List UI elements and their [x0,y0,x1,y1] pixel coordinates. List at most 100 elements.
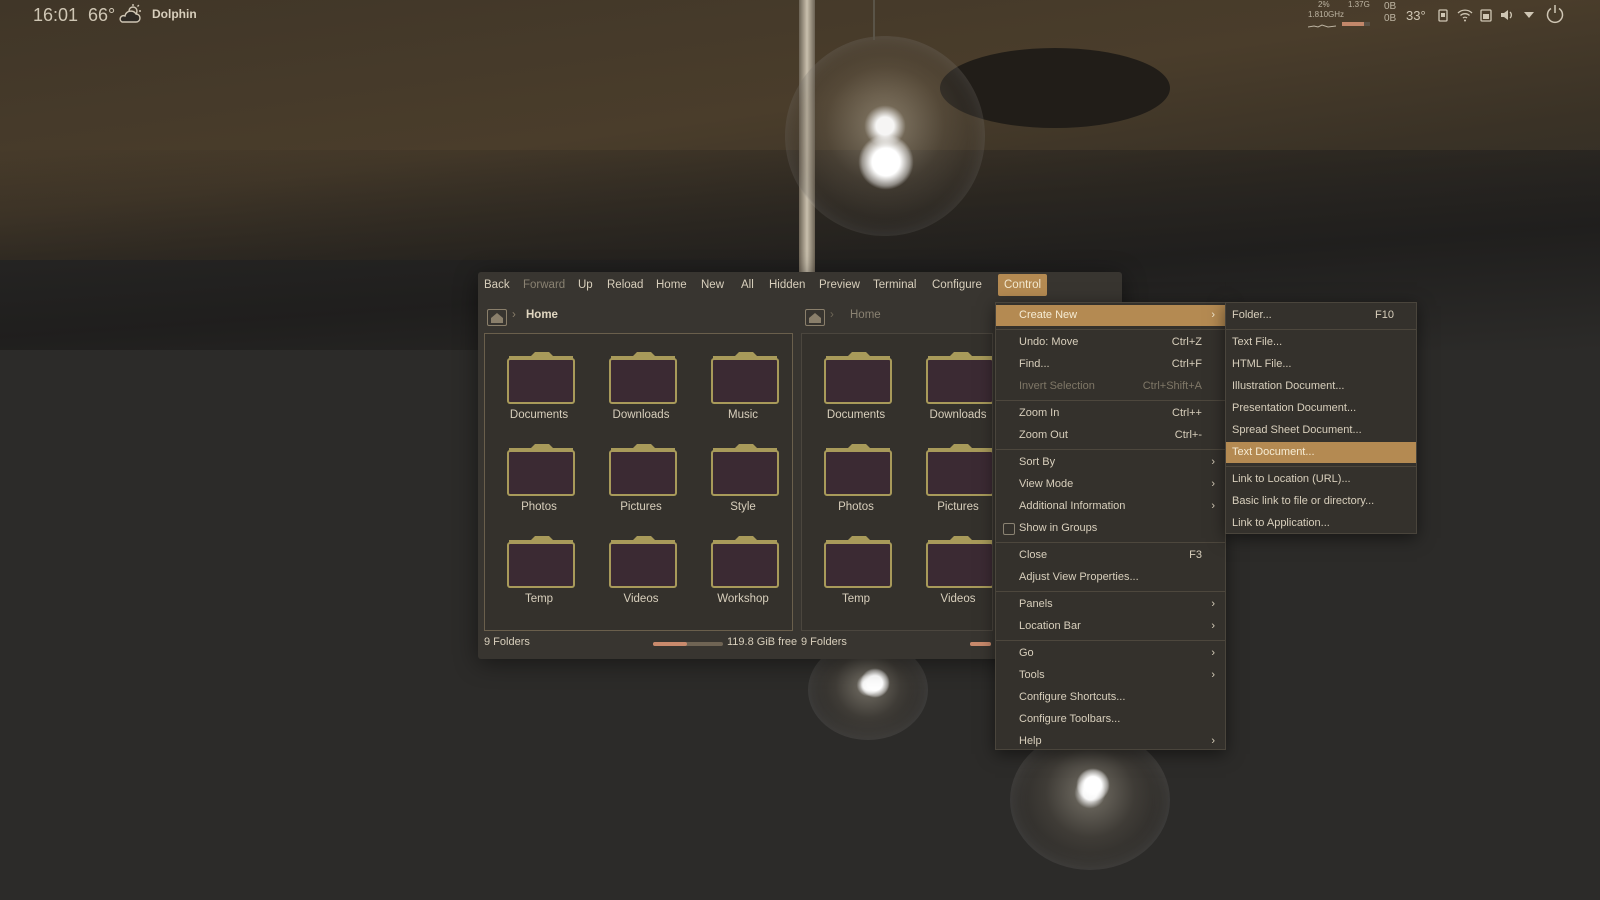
reload-button[interactable]: Reload [601,272,649,298]
folder-icon [507,352,575,404]
menu-label: Invert Selection [1019,380,1095,392]
menu-new-presentation[interactable]: Presentation Document... [1226,398,1416,419]
menu-help[interactable]: Help › [996,731,1225,752]
menu-label: Illustration Document... [1232,380,1345,392]
volume-icon[interactable] [1500,8,1514,22]
folder-item[interactable]: Music [693,342,792,432]
menu-zoom-out[interactable]: Zoom Out Ctrl+- [996,425,1225,446]
menu-new-html-file[interactable]: HTML File... [1226,354,1416,375]
weather-temperature[interactable]: 66° [88,5,115,26]
folder-item[interactable]: Temp [806,526,906,616]
menu-new-link-application[interactable]: Link to Application... [1226,513,1416,534]
breadcrumb-home[interactable]: Home [526,306,558,324]
clock[interactable]: 16:01 [33,5,78,26]
menu-location-bar[interactable]: Location Bar › [996,616,1225,637]
folder-icon [609,536,677,588]
menu-new-link-url[interactable]: Link to Location (URL)... [1226,469,1416,490]
menu-new-illustration[interactable]: Illustration Document... [1226,376,1416,397]
forward-button[interactable]: Forward [517,272,571,298]
cpu-graph [1308,24,1336,28]
menu-label: Undo: Move [1019,336,1079,348]
back-button[interactable]: Back [478,272,516,298]
home-place-icon[interactable] [487,309,507,326]
folder-item[interactable]: Downloads [591,342,691,432]
menu-create-new[interactable]: Create New › [996,305,1225,326]
net-up: 0B [1384,1,1397,12]
menu-label: Zoom In [1019,407,1060,419]
menu-shortcut: F10 [1375,309,1394,321]
menu-label: Zoom Out [1019,429,1068,441]
menu-sort-by[interactable]: Sort By › [996,452,1225,473]
folder-icon [824,444,892,496]
menu-new-text-file[interactable]: Text File... [1226,332,1416,353]
menu-additional-information[interactable]: Additional Information › [996,496,1225,517]
partly-cloudy-icon[interactable] [118,3,144,25]
all-button[interactable]: All [735,272,760,298]
menu-undo[interactable]: Undo: Move Ctrl+Z [996,332,1225,353]
menu-configure-shortcuts[interactable]: Configure Shortcuts... [996,687,1225,708]
disk-capacity-fill-right [970,642,991,646]
folder-item[interactable]: Pictures [591,434,691,524]
battery-icon[interactable] [1479,8,1493,22]
breadcrumb-separator-icon-right: › [830,309,834,321]
left-pane[interactable]: Documents Downloads Music Photos Picture… [484,333,793,631]
home-place-icon-right[interactable] [805,309,825,326]
folder-icon [926,536,992,588]
folder-item[interactable]: Style [693,434,792,524]
folder-item[interactable]: Photos [489,434,589,524]
menu-label: Adjust View Properties... [1019,571,1139,583]
folder-item[interactable]: Pictures [908,434,992,524]
disk-capacity-bar-right[interactable] [970,642,991,646]
folder-label: Style [730,501,756,513]
menu-view-mode[interactable]: View Mode › [996,474,1225,495]
menu-go[interactable]: Go › [996,643,1225,664]
power-icon[interactable] [1545,4,1565,24]
menu-label: Show in Groups [1019,522,1098,534]
right-pane[interactable]: Documents Downloads Photos Pictures Temp… [801,333,993,631]
folder-item[interactable]: Videos [908,526,992,616]
cpu-percent: 2% [1318,0,1330,9]
breadcrumb-home-right[interactable]: Home [850,306,881,324]
terminal-button[interactable]: Terminal [867,272,922,298]
menu-zoom-in[interactable]: Zoom In Ctrl++ [996,403,1225,424]
menu-show-in-groups[interactable]: Show in Groups [996,518,1225,539]
disk-capacity-bar[interactable] [653,642,723,646]
active-app-name[interactable]: Dolphin [152,7,197,21]
menu-new-spreadsheet[interactable]: Spread Sheet Document... [1226,420,1416,441]
chevron-right-icon: › [1211,478,1215,490]
clipboard-icon[interactable] [1436,8,1450,22]
tray-expand-icon[interactable] [1522,8,1536,22]
configure-button[interactable]: Configure [926,272,988,298]
menu-new-folder[interactable]: Folder... F10 [1226,305,1416,326]
folder-item[interactable]: Documents [489,342,589,432]
control-button[interactable]: Control [998,274,1048,296]
lamp-bulb [858,134,914,190]
up-button[interactable]: Up [572,272,599,298]
menu-configure-toolbars[interactable]: Configure Toolbars... [996,709,1225,730]
menu-invert-selection[interactable]: Invert Selection Ctrl+Shift+A [996,376,1225,397]
chevron-right-icon: › [1211,500,1215,512]
preview-button[interactable]: Preview [813,272,866,298]
home-button[interactable]: Home [650,272,693,298]
menu-new-basic-link[interactable]: Basic link to file or directory... [1226,491,1416,512]
folder-label: Photos [838,501,874,513]
folder-item[interactable]: Downloads [908,342,992,432]
menu-label: Text File... [1232,336,1283,348]
menu-panels[interactable]: Panels › [996,594,1225,615]
wifi-icon[interactable] [1457,8,1473,22]
hidden-button[interactable]: Hidden [763,272,811,298]
menu-find[interactable]: Find... Ctrl+F [996,354,1225,375]
folder-item[interactable]: Temp [489,526,589,616]
folder-item[interactable]: Photos [806,434,906,524]
folder-label: Photos [521,501,557,513]
folder-item[interactable]: Workshop [693,526,792,616]
new-button[interactable]: New [695,272,730,298]
folder-item[interactable]: Documents [806,342,906,432]
folder-item[interactable]: Videos [591,526,691,616]
menu-label: Panels [1019,598,1053,610]
checkbox-icon[interactable] [1003,523,1015,535]
menu-new-text-document[interactable]: Text Document... [1226,442,1416,463]
menu-tools[interactable]: Tools › [996,665,1225,686]
menu-adjust-view-properties[interactable]: Adjust View Properties... [996,567,1225,588]
menu-close[interactable]: Close F3 [996,545,1225,566]
